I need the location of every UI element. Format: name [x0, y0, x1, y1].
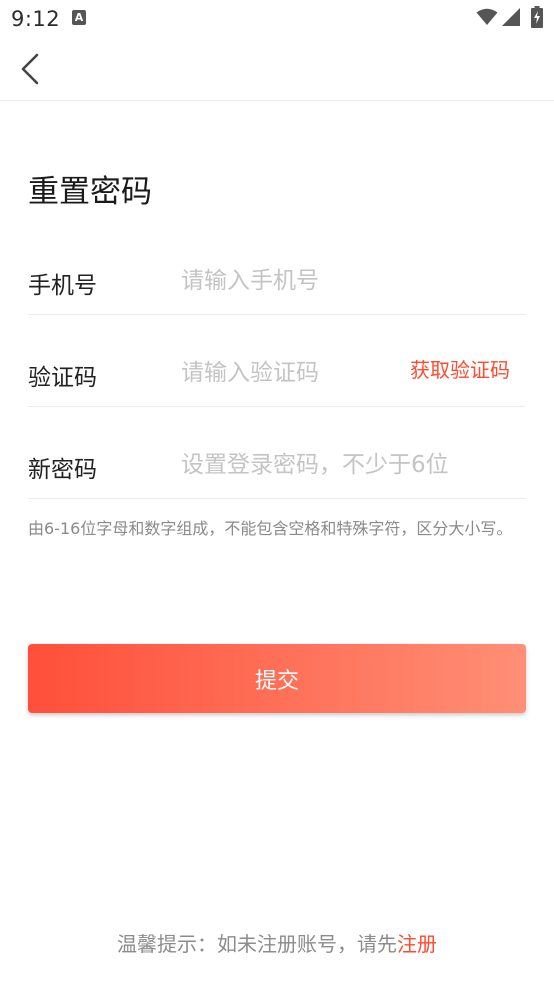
notification-a-icon: A	[72, 10, 86, 25]
battery-charging-icon	[531, 6, 543, 28]
page-title: 重置密码	[28, 174, 152, 210]
nav-bar	[0, 38, 554, 101]
signal-icon	[502, 8, 520, 26]
status-time: 9:12	[11, 7, 61, 31]
phone-row: 手机号	[28, 222, 526, 315]
get-code-button[interactable]: 获取验证码	[410, 354, 510, 383]
wifi-icon	[476, 8, 498, 25]
footer-tip-text: 温馨提示：如未注册账号，请先	[117, 932, 397, 956]
verification-code-row: 验证码 获取验证码	[28, 314, 526, 407]
new-password-row: 新密码	[28, 406, 526, 499]
footer-tip: 温馨提示：如未注册账号，请先注册	[0, 928, 554, 957]
new-password-input[interactable]	[181, 446, 511, 484]
phone-input[interactable]	[181, 262, 421, 300]
register-link[interactable]: 注册	[397, 932, 437, 956]
new-password-label: 新密码	[28, 457, 97, 483]
phone-label: 手机号	[28, 273, 97, 299]
password-hint: 由6-16位字母和数字组成，不能包含空格和特殊字符，区分大小写。	[28, 519, 513, 538]
status-bar: 9:12 A	[0, 0, 554, 38]
verification-code-label: 验证码	[28, 365, 97, 391]
submit-button[interactable]: 提交	[28, 644, 526, 713]
chevron-left-icon[interactable]	[18, 52, 46, 86]
verification-code-input[interactable]	[181, 354, 421, 392]
